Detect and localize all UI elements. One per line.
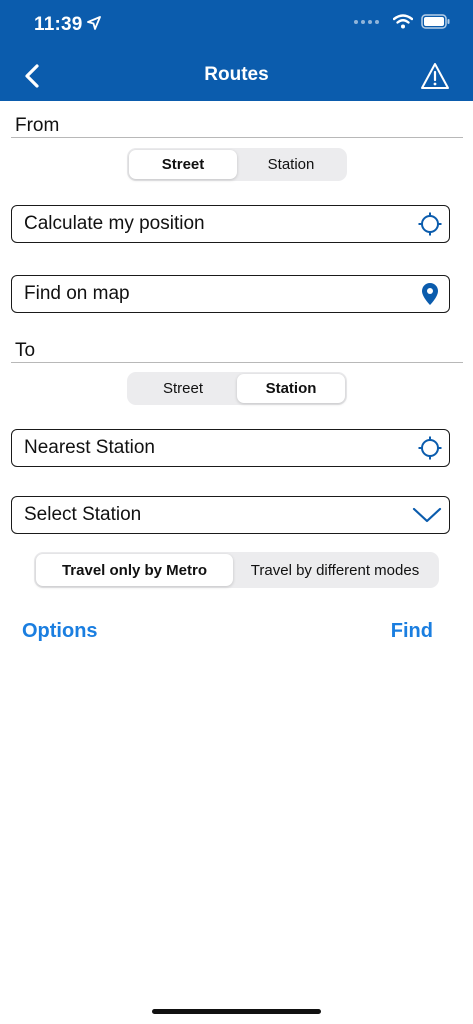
- to-type-segmented-control: Street Station: [127, 372, 347, 405]
- from-segment-street[interactable]: Street: [129, 150, 237, 179]
- to-label: To: [15, 340, 36, 361]
- status-indicators: [354, 14, 451, 29]
- to-divider: [11, 362, 463, 363]
- crosshair-icon[interactable]: [418, 212, 442, 236]
- from-divider: [11, 137, 463, 138]
- to-select-station-dropdown[interactable]: Select Station: [11, 496, 450, 534]
- travel-mode-segmented-control: Travel only by Metro Travel by different…: [34, 552, 439, 588]
- to-select-station-text: Select Station: [24, 504, 142, 525]
- map-pin-icon[interactable]: [418, 282, 442, 306]
- to-nearest-station-text: Nearest Station: [24, 437, 155, 458]
- options-button[interactable]: Options: [22, 620, 98, 643]
- to-segment-station[interactable]: Station: [237, 374, 345, 403]
- report-issue-button[interactable]: [419, 60, 451, 92]
- to-segment-street[interactable]: Street: [129, 374, 237, 403]
- crosshair-icon[interactable]: [418, 436, 442, 460]
- travel-mode-metro[interactable]: Travel only by Metro: [36, 554, 233, 586]
- status-time: 11:39: [34, 14, 83, 35]
- page-title: Routes: [204, 64, 269, 85]
- from-position-text: Calculate my position: [24, 213, 205, 234]
- from-position-field[interactable]: Calculate my position: [11, 205, 450, 243]
- from-map-field[interactable]: Find on map: [11, 275, 450, 313]
- from-segment-station[interactable]: Station: [237, 150, 345, 179]
- battery-icon: [421, 14, 450, 29]
- from-label: From: [15, 115, 60, 136]
- from-map-text: Find on map: [24, 283, 130, 304]
- cellular-signal-icon: [354, 19, 379, 24]
- home-indicator: [152, 1009, 321, 1014]
- from-type-segmented-control: Street Station: [127, 148, 347, 181]
- wifi-icon: [393, 14, 413, 29]
- find-button[interactable]: Find: [391, 620, 433, 643]
- chevron-down-icon[interactable]: [412, 503, 442, 527]
- location-arrow-icon: [87, 16, 101, 30]
- travel-mode-different[interactable]: Travel by different modes: [233, 554, 437, 586]
- to-nearest-station-field[interactable]: Nearest Station: [11, 429, 450, 467]
- warning-icon: [421, 63, 449, 89]
- app-header: 11:39 Routes: [0, 0, 473, 101]
